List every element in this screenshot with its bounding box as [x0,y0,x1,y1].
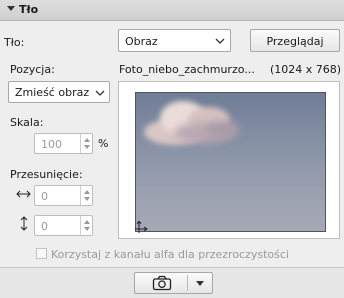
browse-button-label: Przeglądaj [266,35,324,48]
offset-x-stepper[interactable]: 0 [34,185,93,206]
increment-icon[interactable] [84,220,90,224]
offset-x-value: 0 [41,190,48,203]
camera-icon[interactable] [152,275,172,291]
horizontal-arrows-icon [16,190,31,198]
position-value: Zmieść obraz [15,86,90,99]
collapse-triangle-icon[interactable] [7,6,15,11]
alpha-channel-label: Korzystaj z kanału alfa dla przezroczyst… [51,248,289,261]
vertical-arrows-icon [20,216,28,231]
origin-marker-icon [135,221,148,233]
scale-unit: % [98,137,109,150]
chevron-down-icon [215,38,225,44]
scale-stepper[interactable]: 100 [34,133,93,154]
alpha-channel-checkbox[interactable] [36,248,47,259]
background-type-dropdown[interactable]: Obraz [118,29,231,52]
panel-title: Tło [19,3,39,16]
image-preview-frame [118,81,340,239]
position-dropdown[interactable]: Zmieść obraz [8,81,110,103]
offset-x-stepper-buttons[interactable] [80,186,92,205]
scale-label: Skala: [10,116,44,129]
split-divider [187,275,188,291]
increment-icon[interactable] [84,138,90,142]
offset-y-value: 0 [41,220,48,233]
scale-stepper-buttons[interactable] [80,134,92,153]
decrement-icon[interactable] [84,145,90,149]
chevron-down-icon[interactable] [196,281,204,286]
offset-label: Przesunięcie: [10,168,83,181]
capture-split-button[interactable] [134,272,213,294]
scale-value: 100 [41,138,62,151]
position-label: Pozycja: [10,63,55,76]
offset-y-stepper-buttons[interactable] [80,216,92,235]
chevron-down-icon [95,90,105,96]
image-dimensions: (1024 x 768) [270,63,342,76]
file-name: Foto_niebo_zachmurzo... [119,63,255,76]
decrement-icon[interactable] [84,197,90,201]
increment-icon[interactable] [84,190,90,194]
background-label: Tło: [4,36,25,49]
panel-header[interactable]: Tło [0,0,344,21]
image-preview [135,92,326,232]
browse-button[interactable]: Przeglądaj [250,29,340,52]
background-type-value: Obraz [125,35,158,48]
offset-y-stepper[interactable]: 0 [34,215,93,236]
decrement-icon[interactable] [84,227,90,231]
